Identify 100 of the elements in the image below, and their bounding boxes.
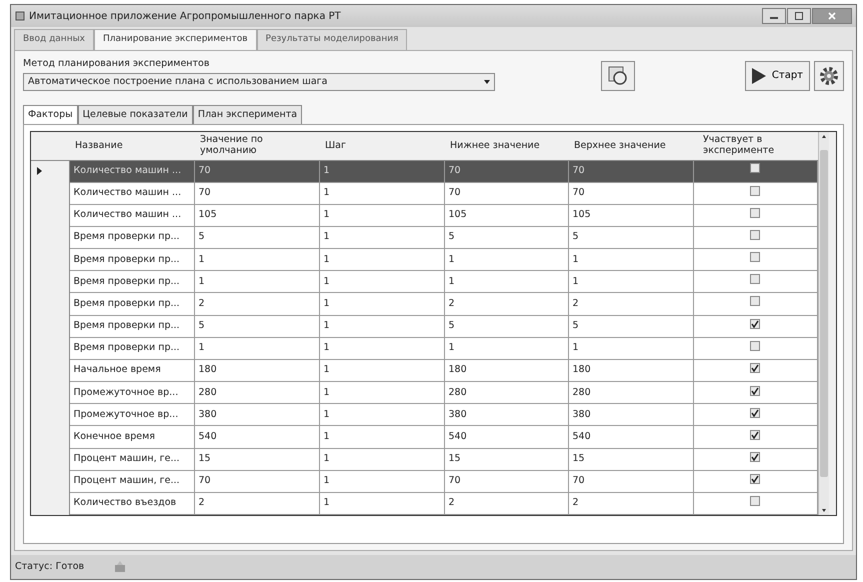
column-header[interactable]: Нижнее значение [450,140,562,151]
column-header[interactable]: Верхнее значение [574,140,687,151]
table-cell: 380 [444,404,568,426]
table-cell: 5 [194,315,319,338]
table-cell: 1 [319,337,444,360]
maximize-button[interactable] [787,8,811,24]
checkbox[interactable] [750,230,760,240]
table-cell: 1 [319,382,444,404]
table-row[interactable]: Количество машин ... 105 1 105 105 [31,204,817,226]
checkbox[interactable] [750,163,760,174]
table-cell: 1 [319,204,444,226]
table-row[interactable]: Время проверки пр... 1 1 1 1 [31,248,817,271]
tab[interactable]: Ввод данных [14,29,94,50]
method-dropdown[interactable]: Автоматическое построение плана с использованием шага [23,72,495,91]
start-button[interactable]: Старт [744,60,810,90]
table-cell: Время проверки пр... [69,226,194,249]
table-cell: 70 [568,182,693,204]
table-row[interactable]: Количество машин ... 70 1 70 70 [31,160,817,182]
table-cell: 1 [319,492,444,514]
checkbox[interactable] [750,386,760,396]
tab[interactable]: Целевые показатели [78,104,193,124]
tab[interactable]: Результаты моделирования [256,29,408,50]
checkbox[interactable] [750,252,760,262]
checkbox[interactable] [750,296,760,306]
table-cell: Время проверки пр... [69,248,194,271]
table-cell: 180 [194,359,319,382]
window-title: Имитационное приложение Агропромышленного парка РТ [29,10,341,24]
table-row[interactable]: Процент машин, ге... 15 1 15 15 [31,448,817,470]
table-cell: 70 [194,182,319,204]
table-cell: 180 [444,359,568,382]
magnifier-button[interactable] [601,60,635,90]
table-cell: Процент машин, ге... [69,470,194,492]
checkbox[interactable] [750,319,760,330]
column-header[interactable]: Значение по умолчанию [200,135,313,156]
current-row-icon [37,166,42,175]
table-cell: Конечное время [69,426,194,448]
table-row[interactable]: Время проверки пр... 1 1 1 1 [31,270,817,293]
checkbox[interactable] [750,408,760,418]
table-cell: 280 [568,382,693,404]
checkbox[interactable] [750,363,760,374]
checkbox[interactable] [750,208,760,218]
scrollbar[interactable] [818,132,828,515]
table-cell: 180 [568,359,693,382]
table-cell: 1 [319,270,444,293]
table-cell: 70 [444,160,568,182]
checkbox[interactable] [750,340,760,351]
table-cell: 1 [194,337,319,360]
method-label: Метод планирования экспериментов [23,56,210,70]
app-icon [15,11,25,21]
table-cell: 15 [194,448,319,470]
tab[interactable]: Планирование экспериментов [94,29,257,50]
checkbox[interactable] [750,186,760,196]
close-icon [828,12,836,20]
column-header[interactable]: Шаг [325,140,438,151]
checkbox[interactable] [750,474,760,484]
table-row[interactable]: Время проверки пр... 5 1 5 5 [31,226,817,249]
table-cell: 70 [444,470,568,492]
column-header[interactable]: Участвует в эксперименте [703,135,811,156]
table-row[interactable]: Время проверки пр... 1 1 1 1 [31,337,817,360]
minimize-button[interactable] [762,8,786,24]
table-row[interactable]: Конечное время 540 1 540 540 [31,426,817,448]
column-header[interactable]: Название [75,140,188,151]
table-cell: 5 [444,226,568,249]
table-cell: 540 [444,426,568,448]
gear-icon [818,64,840,86]
close-button[interactable] [812,8,852,24]
table-row[interactable]: Количество въездов 2 1 2 2 [31,492,817,514]
table-row[interactable]: Промежуточное вр... 380 1 380 380 [31,404,817,426]
table-cell: 15 [568,448,693,470]
table-row[interactable]: Процент машин, ге... 70 1 70 70 [31,470,817,492]
table-cell: 540 [568,426,693,448]
table-cell: 105 [444,204,568,226]
table-cell: 70 [568,470,693,492]
table-cell: 1 [568,248,693,271]
table-row[interactable]: Время проверки пр... 2 1 2 2 [31,292,817,316]
checkbox[interactable] [750,274,760,284]
tab[interactable]: Факторы [23,104,78,124]
gear-button[interactable] [814,60,844,90]
table-cell: 380 [568,404,693,426]
table-cell: 280 [194,382,319,404]
checkbox[interactable] [750,452,760,462]
status-icon [114,561,126,573]
table-cell: 540 [194,426,319,448]
checkbox[interactable] [750,430,760,440]
table-row[interactable]: Начальное время 180 1 180 180 [31,359,817,382]
table-cell: Начальное время [69,359,194,382]
table-cell: 5 [194,226,319,249]
table-cell: 1 [319,182,444,204]
table-row[interactable]: Количество машин ... 70 1 70 70 [31,182,817,204]
table-cell: 105 [568,204,693,226]
table-cell: 1 [319,292,444,316]
table-row[interactable]: Время проверки пр... 5 1 5 5 [31,315,817,338]
table-cell: Время проверки пр... [69,292,194,316]
checkbox[interactable] [750,496,760,506]
tab[interactable]: План эксперимента [192,104,302,124]
table-cell: 1 [319,248,444,271]
table-cell: 1 [319,226,444,249]
table-cell: Количество машин ... [69,204,194,226]
table-row[interactable]: Промежуточное вр... 280 1 280 280 [31,382,817,404]
table-cell: 1 [319,448,444,470]
